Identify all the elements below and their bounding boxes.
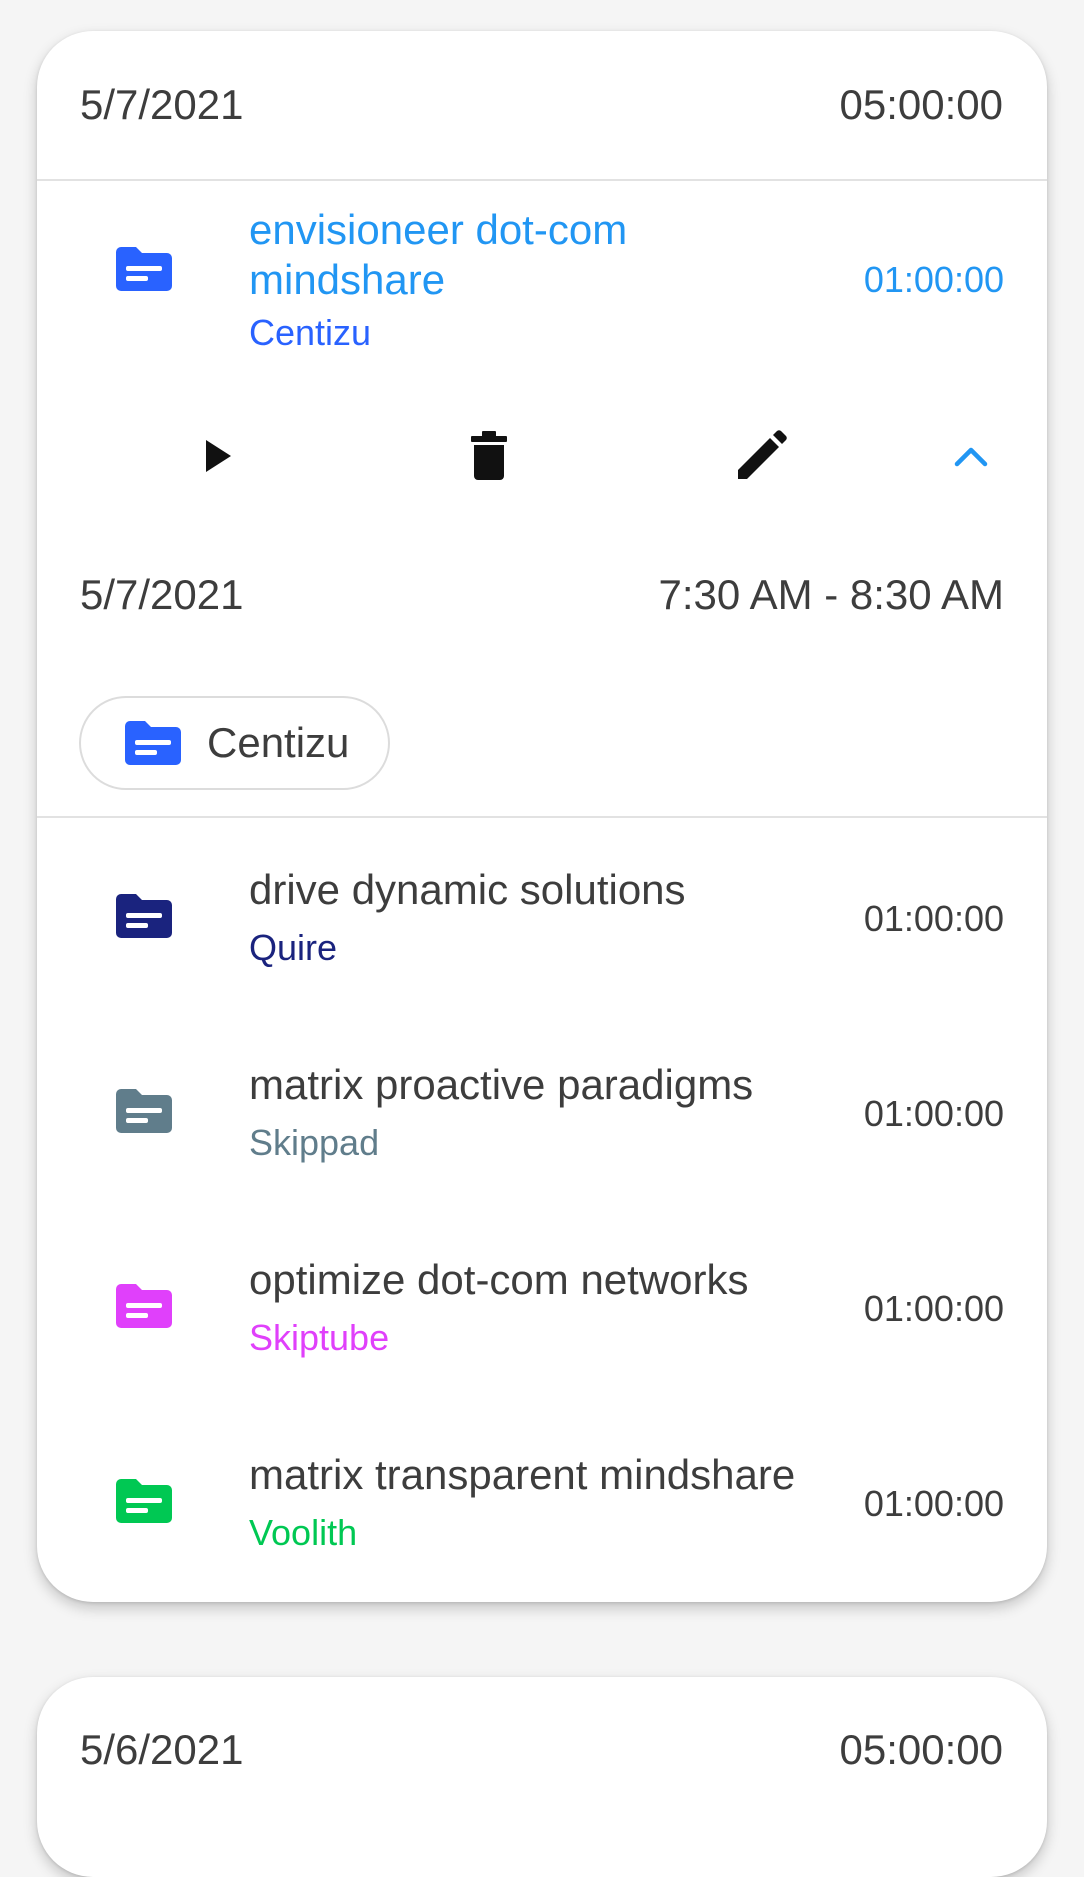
entry-client: Centizu	[249, 312, 372, 353]
play-button[interactable]	[177, 416, 257, 496]
day-total: 05:00:00	[839, 1726, 1004, 1773]
entry-duration: 01:00:00	[863, 1288, 1004, 1329]
folder-icon	[116, 1284, 172, 1328]
entry-duration: 01:00:00	[863, 1483, 1004, 1524]
time-entry-row[interactable]: optimize dot-com networks Skiptube 01:00:0…	[37, 1208, 1047, 1403]
client-chip[interactable]: Centizu	[79, 696, 390, 790]
chevron-up-icon	[954, 447, 988, 467]
pencil-icon	[738, 430, 787, 479]
day-card: 5/6/2021 05:00:00	[37, 1677, 1047, 1877]
delete-button[interactable]	[449, 416, 529, 496]
folder-icon	[116, 1089, 172, 1133]
entry-title: matrix proactive paradigms	[249, 1061, 754, 1108]
time-entry-row[interactable]: drive dynamic solutions Quire 01:00:00	[37, 818, 1047, 1013]
entry-client: Skippad	[249, 1122, 380, 1163]
chip-label: Centizu	[207, 719, 350, 766]
entries-list: drive dynamic solutions Quire 01:00:00 matr…	[37, 818, 1047, 1598]
entry-title: matrix transparent mindshare	[249, 1451, 796, 1498]
entry-title: drive dynamic solutions	[249, 866, 686, 913]
time-entry-row[interactable]: matrix transparent mindshare Voolith 01:00…	[37, 1403, 1047, 1598]
edit-button[interactable]	[721, 416, 801, 496]
entry-duration: 01:00:00	[863, 259, 1004, 300]
entry-duration: 01:00:00	[863, 898, 1004, 939]
folder-icon	[116, 1479, 172, 1523]
entry-client: Voolith	[249, 1512, 358, 1553]
day-header: 5/6/2021 05:00:00	[37, 1677, 1047, 1823]
day-card: 5/7/2021 05:00:00 envisioneer dot-com mi…	[37, 31, 1047, 1602]
entry-detail-date: 5/7/2021	[80, 571, 244, 618]
trash-icon	[471, 431, 507, 480]
time-entry-row[interactable]: matrix proactive paradigms Skippad 01:00:0…	[37, 1013, 1047, 1208]
entry-client: Skiptube	[249, 1317, 390, 1358]
day-total: 05:00:00	[839, 81, 1004, 128]
collapse-button[interactable]	[931, 416, 1011, 496]
entry-duration: 01:00:00	[863, 1093, 1004, 1134]
folder-icon	[116, 247, 172, 291]
entry-detail-time-range: 7:30 AM - 8:30 AM	[658, 571, 1004, 618]
expanded-entry[interactable]: envisioneer dot-com mindshare Centizu 01…	[37, 181, 1047, 816]
entry-title: optimize dot-com networks	[249, 1256, 749, 1303]
folder-icon	[125, 721, 181, 765]
day-date: 5/7/2021	[80, 81, 244, 128]
day-date: 5/6/2021	[80, 1726, 244, 1773]
folder-icon	[116, 894, 172, 938]
day-header: 5/7/2021 05:00:00	[37, 31, 1047, 179]
entry-client: Quire	[249, 927, 338, 968]
play-icon	[206, 440, 231, 472]
entry-title: envisioneer dot-com mindshare	[249, 206, 628, 303]
